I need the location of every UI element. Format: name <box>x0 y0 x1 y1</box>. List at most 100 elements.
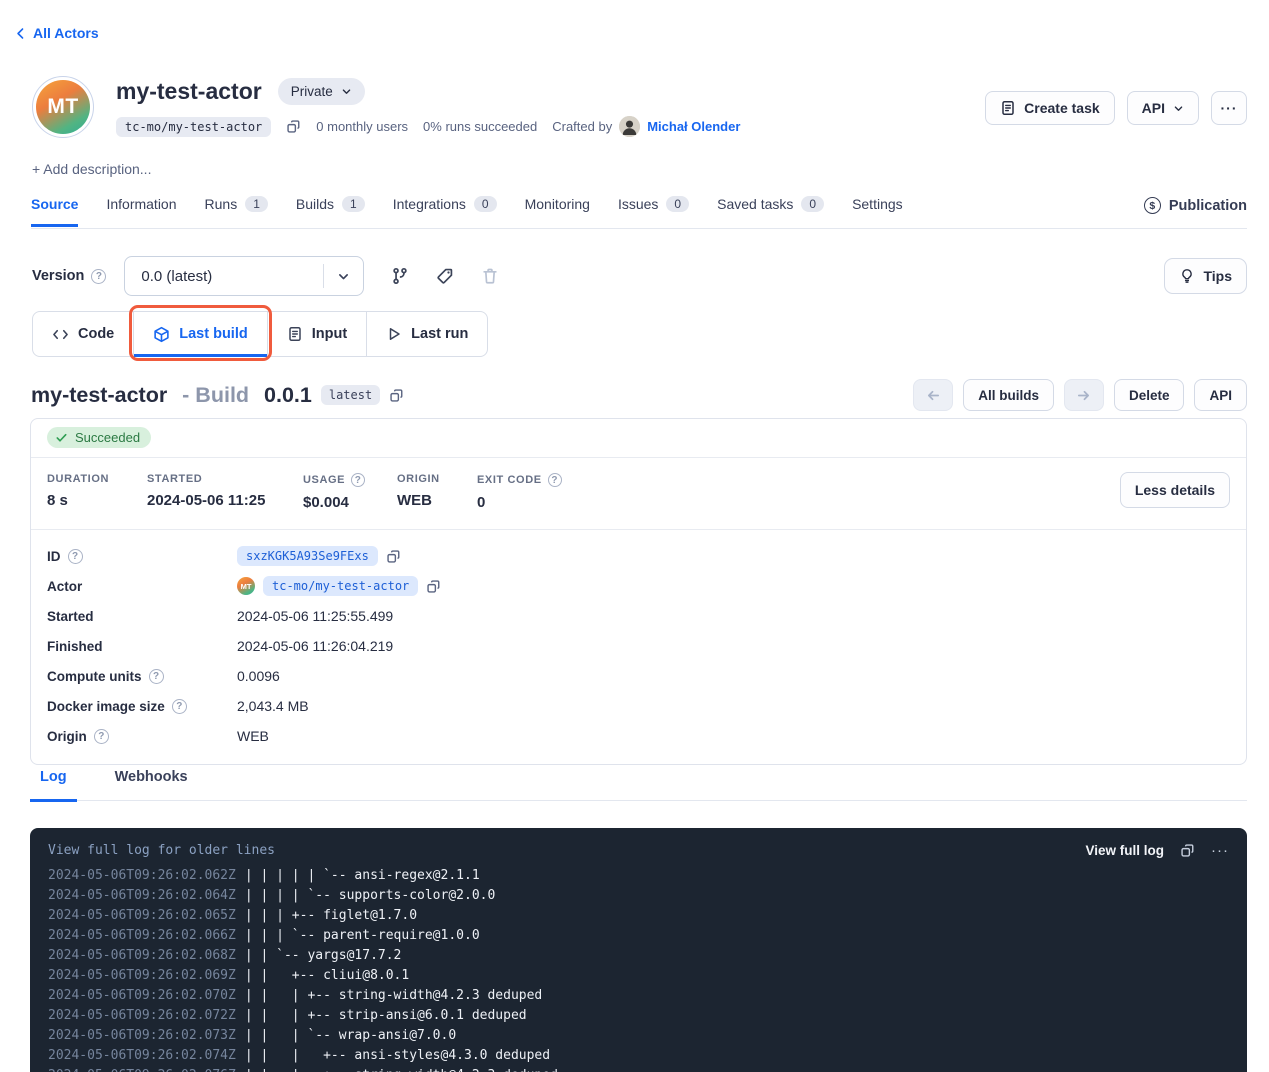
detail-value: 0.0096 <box>237 668 280 684</box>
view-older-lines-link[interactable]: View full log for older lines <box>48 843 275 858</box>
source-tab-last-build[interactable]: Last build <box>134 312 267 356</box>
delete-build-button[interactable]: Delete <box>1114 379 1185 411</box>
view-full-log-button[interactable]: View full log <box>1085 843 1164 858</box>
detail-row-started: Started2024-05-06 11:25:55.499 <box>47 601 1230 631</box>
tips-button[interactable]: Tips <box>1164 258 1247 294</box>
actor-title: my-test-actor <box>116 78 262 105</box>
detail-value: sxzKGK5A93Se9FExs <box>237 546 401 566</box>
help-icon[interactable]: ? <box>548 473 562 487</box>
help-icon[interactable]: ? <box>351 473 365 487</box>
more-actions-button[interactable]: ··· <box>1211 91 1247 125</box>
tag-icon[interactable] <box>436 267 454 285</box>
version-select[interactable]: 0.0 (latest) <box>124 256 364 296</box>
tab-settings[interactable]: Settings <box>852 196 903 227</box>
tab-issues[interactable]: Issues0 <box>618 196 689 227</box>
build-details-list: ID?sxzKGK5A93Se9FExsActorMTtc-mo/my-test… <box>31 530 1246 764</box>
tab-source[interactable]: Source <box>31 196 78 227</box>
document-icon <box>287 326 303 342</box>
breadcrumb-all-actors[interactable]: All Actors <box>14 25 99 41</box>
log-timestamp: 2024-05-06T09:26:02.064Z <box>48 888 236 903</box>
log-message: | | | `-- parent-require@1.0.0 <box>236 928 480 943</box>
tab-label: Information <box>106 196 176 212</box>
log-tab-bar: Log Webhooks <box>30 769 1247 801</box>
tab-count-badge: 0 <box>474 196 497 212</box>
git-branch-icon[interactable] <box>391 267 409 285</box>
tab-label: Builds <box>296 196 334 212</box>
build-stats-row: DURATION8 sSTARTED2024-05-06 11:25USAGE?… <box>31 458 1246 530</box>
log-tab-log[interactable]: Log <box>30 769 77 802</box>
build-api-button[interactable]: API <box>1194 379 1247 411</box>
create-task-label: Create task <box>1024 100 1100 116</box>
author-link[interactable]: Michał Olender <box>647 119 740 134</box>
previous-build-button[interactable] <box>913 379 953 411</box>
stat-value: WEB <box>397 492 477 509</box>
tab-monitoring[interactable]: Monitoring <box>525 196 590 227</box>
actor-mini-avatar: MT <box>237 577 255 595</box>
help-icon[interactable]: ? <box>172 699 187 714</box>
create-task-button[interactable]: Create task <box>985 91 1115 125</box>
build-id-pill[interactable]: sxzKGK5A93Se9FExs <box>237 546 378 566</box>
stat-label: DURATION <box>47 473 147 485</box>
copy-icon[interactable] <box>1180 843 1195 858</box>
log-timestamp: 2024-05-06T09:26:02.073Z <box>48 1028 236 1043</box>
add-description-link[interactable]: + Add description... <box>32 161 151 177</box>
code-icon <box>52 327 69 342</box>
less-details-label: Less details <box>1135 482 1215 498</box>
chevron-left-icon <box>14 27 27 40</box>
tab-label: Source <box>31 196 78 212</box>
help-icon[interactable]: ? <box>68 549 83 564</box>
next-build-button[interactable] <box>1064 379 1104 411</box>
visibility-dropdown[interactable]: Private <box>278 78 365 105</box>
log-message: | | `-- yargs@17.7.2 <box>236 948 402 963</box>
source-tab-input[interactable]: Input <box>268 312 367 356</box>
all-builds-button[interactable]: All builds <box>963 379 1054 411</box>
actor-handle[interactable]: tc-mo/my-test-actor <box>116 117 271 137</box>
runs-succeeded-stat: 0% runs succeeded <box>423 119 537 134</box>
status-badge: Succeeded <box>47 427 151 448</box>
detail-row-compute-units: Compute units?0.0096 <box>47 661 1230 691</box>
stat-label: STARTED <box>147 473 303 485</box>
source-tab-code[interactable]: Code <box>33 312 134 356</box>
publication-label: Publication <box>1169 198 1247 214</box>
log-tab-webhooks[interactable]: Webhooks <box>105 769 198 802</box>
stat-value: 0 <box>477 494 597 511</box>
log-line: 2024-05-06T09:26:02.062Z| | | | | `-- an… <box>48 866 1229 886</box>
less-details-button[interactable]: Less details <box>1120 472 1230 508</box>
log-timestamp: 2024-05-06T09:26:02.070Z <box>48 988 236 1003</box>
copy-icon[interactable] <box>286 119 301 134</box>
source-tab-last-run[interactable]: Last run <box>367 312 487 356</box>
document-icon <box>1000 100 1016 116</box>
log-message: | | | +-- strip-ansi@6.0.1 deduped <box>236 1008 527 1023</box>
copy-icon[interactable] <box>389 388 404 403</box>
actor-avatar: MT <box>32 76 94 138</box>
tab-saved-tasks[interactable]: Saved tasks0 <box>717 196 824 227</box>
actor-header: MT my-test-actor Private tc-mo/my-test-a… <box>32 76 1247 138</box>
actor-link-pill[interactable]: tc-mo/my-test-actor <box>263 576 418 596</box>
tab-runs[interactable]: Runs1 <box>205 196 268 227</box>
package-icon <box>153 326 170 343</box>
terminal-more-button[interactable]: ··· <box>1211 842 1229 859</box>
tab-count-badge: 0 <box>666 196 689 212</box>
monthly-users-stat: 0 monthly users <box>316 119 408 134</box>
detail-label: Started <box>47 609 237 624</box>
tab-builds[interactable]: Builds1 <box>296 196 365 227</box>
detail-row-id: ID?sxzKGK5A93Se9FExs <box>47 541 1230 571</box>
log-line: 2024-05-06T09:26:02.068Z| | `-- yargs@17… <box>48 946 1229 966</box>
log-line: 2024-05-06T09:26:02.064Z| | | | `-- supp… <box>48 886 1229 906</box>
build-detail-card: Succeeded DURATION8 sSTARTED2024-05-06 1… <box>30 418 1247 765</box>
log-timestamp: 2024-05-06T09:26:02.076Z <box>48 1068 236 1072</box>
tab-information[interactable]: Information <box>106 196 176 227</box>
help-icon[interactable]: ? <box>94 729 109 744</box>
build-title-version: 0.0.1 <box>264 383 312 408</box>
tab-publication[interactable]: $ Publication <box>1144 196 1247 214</box>
tab-integrations[interactable]: Integrations0 <box>393 196 497 227</box>
check-icon <box>55 431 68 444</box>
help-icon[interactable]: ? <box>91 269 106 284</box>
source-view-tabs: CodeLast buildInputLast run <box>32 311 488 357</box>
help-icon[interactable]: ? <box>149 669 164 684</box>
version-bar: Version ? 0.0 (latest) Tips <box>32 256 1247 296</box>
version-selected-value: 0.0 (latest) <box>125 268 323 285</box>
build-title: my-test-actor - Build 0.0.1 latest <box>31 383 404 408</box>
play-icon <box>386 326 402 342</box>
api-dropdown-button[interactable]: API <box>1127 91 1199 125</box>
